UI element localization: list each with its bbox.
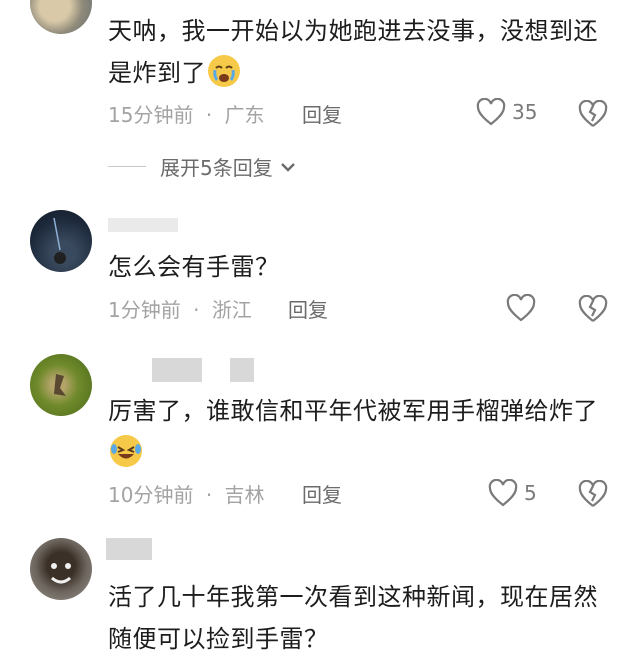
comment-meta: 10分钟前 · 吉林 [108, 480, 265, 510]
broken-heart-icon [578, 99, 608, 127]
comment-text: 天呐，我一开始以为她跑进去没事，没想到还是炸到了 [108, 10, 608, 94]
avatar[interactable] [30, 538, 92, 600]
meta-separator: · [193, 298, 200, 322]
dislike-button[interactable] [578, 99, 608, 132]
like-button[interactable] [506, 294, 536, 322]
crying-face-icon [208, 55, 240, 87]
avatar[interactable] [30, 0, 92, 34]
laughing-crying-face-icon [110, 435, 142, 467]
like-count: 35 [512, 100, 538, 124]
comment-meta: 1分钟前 · 浙江 [108, 295, 252, 325]
comment-location: 浙江 [211, 298, 252, 322]
comment-meta: 15分钟前 · 广东 [108, 100, 265, 130]
comment-time: 10分钟前 [108, 483, 194, 507]
chevron-down-icon [280, 162, 295, 172]
expand-label: 展开5条回复 [160, 156, 273, 180]
broken-heart-icon [578, 479, 608, 507]
comment-text-content: 怎么会有手雷？ [108, 253, 280, 281]
expand-divider [108, 166, 146, 167]
username-redacted [152, 358, 202, 382]
dislike-button[interactable] [578, 294, 608, 327]
reply-button[interactable]: 回复 [288, 295, 328, 325]
like-button[interactable]: 35 [476, 98, 537, 126]
comment-text: 厉害了，谁敢信和平年代被军用手榴弹给炸了 [108, 390, 608, 474]
meta-separator: · [205, 103, 213, 127]
reply-button[interactable]: 回复 [302, 480, 342, 510]
dislike-button[interactable] [578, 479, 608, 512]
comment-text-content: 厉害了，谁敢信和平年代被军用手榴弹给炸了 [108, 397, 598, 425]
expand-replies-button[interactable]: 展开5条回复 [108, 152, 299, 181]
avatar[interactable] [30, 210, 92, 272]
heart-icon [476, 98, 506, 126]
username-redacted [106, 538, 152, 560]
comment-text: 活了几十年我第一次看到这种新闻，现在居然随便可以捡到手雷？ [108, 576, 608, 660]
comment-text: 怎么会有手雷？ [108, 246, 608, 288]
meta-separator: · [205, 483, 213, 507]
heart-icon [506, 294, 536, 322]
reply-button[interactable]: 回复 [302, 100, 342, 130]
heart-icon [488, 479, 518, 507]
username-redacted [230, 358, 254, 382]
like-count: 5 [524, 481, 537, 505]
comment-text-content: 天呐，我一开始以为她跑进去没事，没想到还是炸到了 [108, 17, 598, 87]
like-button[interactable]: 5 [488, 479, 537, 507]
username-redacted [108, 218, 178, 232]
avatar[interactable] [30, 354, 92, 416]
comment-location: 吉林 [224, 483, 265, 507]
comment-time: 15分钟前 [108, 103, 194, 127]
broken-heart-icon [578, 294, 608, 322]
comment-time: 1分钟前 [108, 298, 181, 322]
comment-location: 广东 [224, 103, 265, 127]
comment-text-content: 活了几十年我第一次看到这种新闻，现在居然随便可以捡到手雷？ [108, 583, 598, 653]
